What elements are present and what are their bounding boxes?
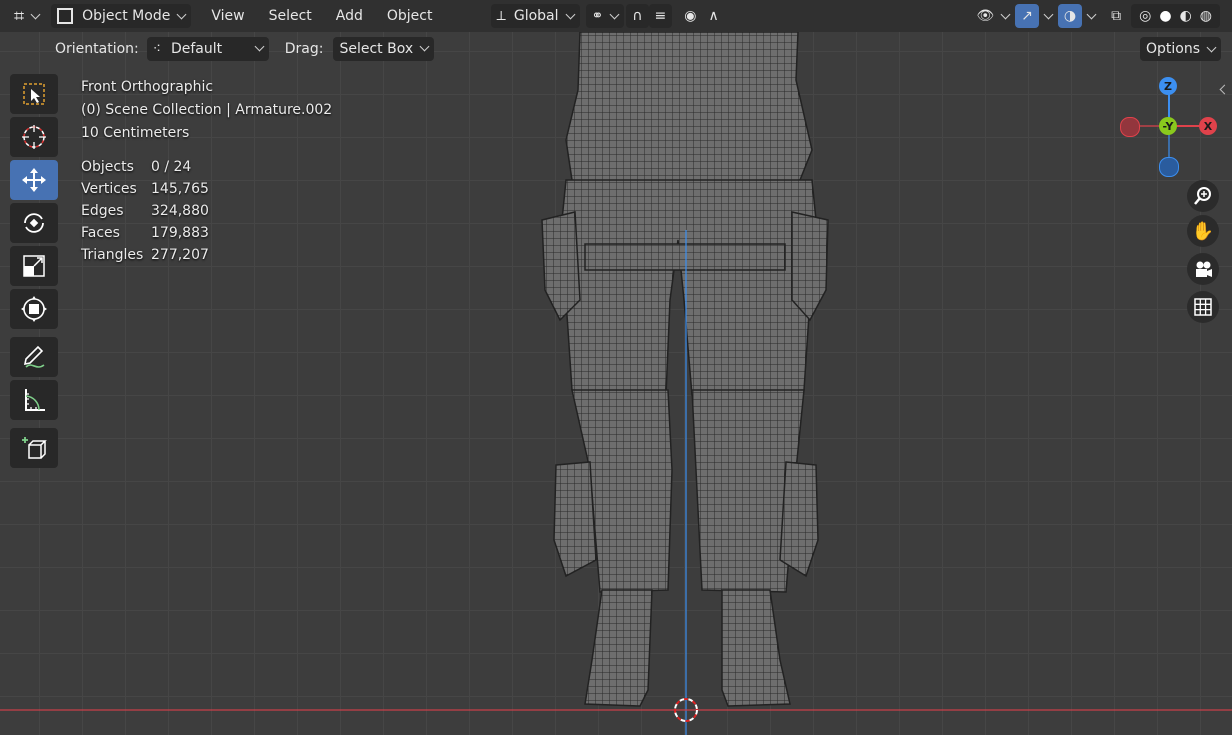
mode-label: Object Mode <box>82 8 171 24</box>
wireframe-shading-icon[interactable]: ◎ <box>1139 8 1151 24</box>
link-icon: ⚭ <box>591 8 604 24</box>
menu-object[interactable]: Object <box>381 4 439 28</box>
editor-type-button[interactable]: ⌗ <box>8 4 45 28</box>
move-tool[interactable] <box>10 160 58 200</box>
menu-select[interactable]: Select <box>263 4 318 28</box>
shading-group: ◎ ● ◐ ◍ <box>1131 4 1220 28</box>
proportional-icon: ◉ <box>684 8 697 24</box>
gizmo-x-axis[interactable]: X <box>1199 117 1217 135</box>
gizmo-neg-z-axis[interactable] <box>1159 157 1179 177</box>
pivot-point-dropdown[interactable]: ⚭ <box>585 4 625 28</box>
transform-orientation-dropdown[interactable]: ⟂ Global <box>490 4 580 28</box>
menu-view[interactable]: View <box>205 4 250 28</box>
gizmo-arrows-icon: ↗ <box>1021 8 1033 24</box>
orientation-axes-icon: ⟂ <box>496 8 506 24</box>
menu-add[interactable]: Add <box>330 4 369 28</box>
snap-increment-icon: ≡ <box>654 8 667 24</box>
add-cube-icon <box>22 437 47 459</box>
drag-label: Drag: <box>284 40 324 57</box>
stat-row-faces: Faces 179,883 <box>81 225 209 241</box>
move-arrows-icon <box>22 168 46 192</box>
hand-icon: ✋ <box>1191 220 1215 242</box>
options-dropdown[interactable]: Options <box>1139 37 1221 61</box>
stat-row-objects: Objects 0 / 24 <box>81 159 192 175</box>
overlays-icon: ◑ <box>1063 8 1077 24</box>
stat-row-triangles: Triangles 277,207 <box>81 247 209 263</box>
snap-toggle[interactable]: ∩ <box>626 4 649 28</box>
gizmo-z-axis[interactable]: Z <box>1159 77 1177 95</box>
transform-orientation-label: Global <box>513 8 559 24</box>
object-mode-icon <box>57 8 74 24</box>
select-box-tool[interactable] <box>10 74 58 114</box>
xray-toggle[interactable]: ⧉ <box>1105 4 1127 28</box>
solid-shading-icon[interactable]: ● <box>1159 8 1171 24</box>
pan-button[interactable]: ✋ <box>1187 215 1219 247</box>
transform-tool[interactable] <box>10 289 58 329</box>
stat-row-vertices: Vertices 145,765 <box>81 181 209 197</box>
material-shading-icon[interactable]: ◐ <box>1180 8 1192 24</box>
snap-magnet-icon: ∩ <box>632 8 643 24</box>
select-box-icon <box>23 83 45 105</box>
drag-dropdown[interactable]: Select Box <box>333 36 435 61</box>
scene-statistics: Objects 0 / 24 Vertices 145,765 Edges 324,8… <box>81 156 209 266</box>
falloff-dropdown[interactable]: ∧ <box>702 4 724 28</box>
tool-shelf <box>10 74 60 471</box>
scale-tool[interactable] <box>10 246 58 286</box>
gizmo-neg-x-axis[interactable] <box>1120 117 1140 137</box>
gizmo-toggle[interactable]: ↗ <box>1015 4 1039 28</box>
rotate-tool[interactable] <box>10 203 58 243</box>
view-name: Front Orthographic <box>81 79 214 95</box>
rotate-icon <box>24 213 44 233</box>
annotate-tool[interactable] <box>10 337 58 377</box>
transform-icon <box>21 296 47 322</box>
gizmo-neg-y-axis[interactable]: -Y <box>1159 117 1177 135</box>
tool-settings-bar: Orientation: ⁖ Default Drag: Select Box <box>0 32 1232 65</box>
measure-ruler-icon <box>25 389 45 411</box>
editor-grid-icon: ⌗ <box>14 5 25 27</box>
cursor-icon <box>22 125 46 149</box>
cursor-tool[interactable] <box>10 117 58 157</box>
mode-dropdown[interactable]: Object Mode <box>51 4 192 28</box>
rendered-shading-icon[interactable]: ◍ <box>1200 8 1212 24</box>
camera-icon <box>1196 261 1212 277</box>
orientation-value: Default <box>170 40 223 57</box>
viewport-info: Front Orthographic (0) Scene Collection … <box>81 76 332 145</box>
falloff-curve-icon: ∧ <box>708 8 719 24</box>
camera-view-button[interactable] <box>1187 253 1219 285</box>
gizmo-dropdown[interactable] <box>1039 4 1058 28</box>
orientation-default-icon: ⁖ <box>152 40 161 57</box>
measure-tool[interactable] <box>10 380 58 420</box>
visibility-dropdown[interactable]: 👁 <box>970 4 1015 28</box>
drag-value: Select Box <box>339 40 414 57</box>
orthographic-toggle-button[interactable] <box>1187 291 1219 323</box>
grid-icon <box>1194 298 1212 316</box>
eye-icon: 👁 <box>976 8 995 24</box>
navigation-gizmo[interactable]: Z -Y X <box>1115 74 1225 184</box>
xray-icon: ⧉ <box>1111 8 1122 24</box>
zoom-magnifier-icon <box>1194 187 1211 205</box>
annotate-pencil-icon <box>23 345 45 368</box>
add-cube-tool[interactable] <box>10 428 58 468</box>
collection-path: (0) Scene Collection | Armature.002 <box>81 102 333 118</box>
grid-scale: 10 Centimeters <box>81 125 190 141</box>
scale-icon <box>23 255 45 277</box>
orientation-dropdown[interactable]: ⁖ Default <box>146 36 269 61</box>
options-label: Options <box>1145 41 1200 57</box>
snap-target-dropdown[interactable]: ≡ <box>648 4 673 28</box>
overlays-dropdown[interactable] <box>1082 4 1101 28</box>
overlays-toggle[interactable]: ◑ <box>1057 4 1083 28</box>
viewport-header: ⌗ Object Mode View Select Add Object ⟂ G… <box>0 0 1232 32</box>
stat-row-edges: Edges 324,880 <box>81 203 209 219</box>
proportional-editing-toggle[interactable]: ◉ <box>678 4 702 28</box>
orientation-label: Orientation: <box>55 40 139 57</box>
zoom-button[interactable] <box>1187 180 1219 212</box>
